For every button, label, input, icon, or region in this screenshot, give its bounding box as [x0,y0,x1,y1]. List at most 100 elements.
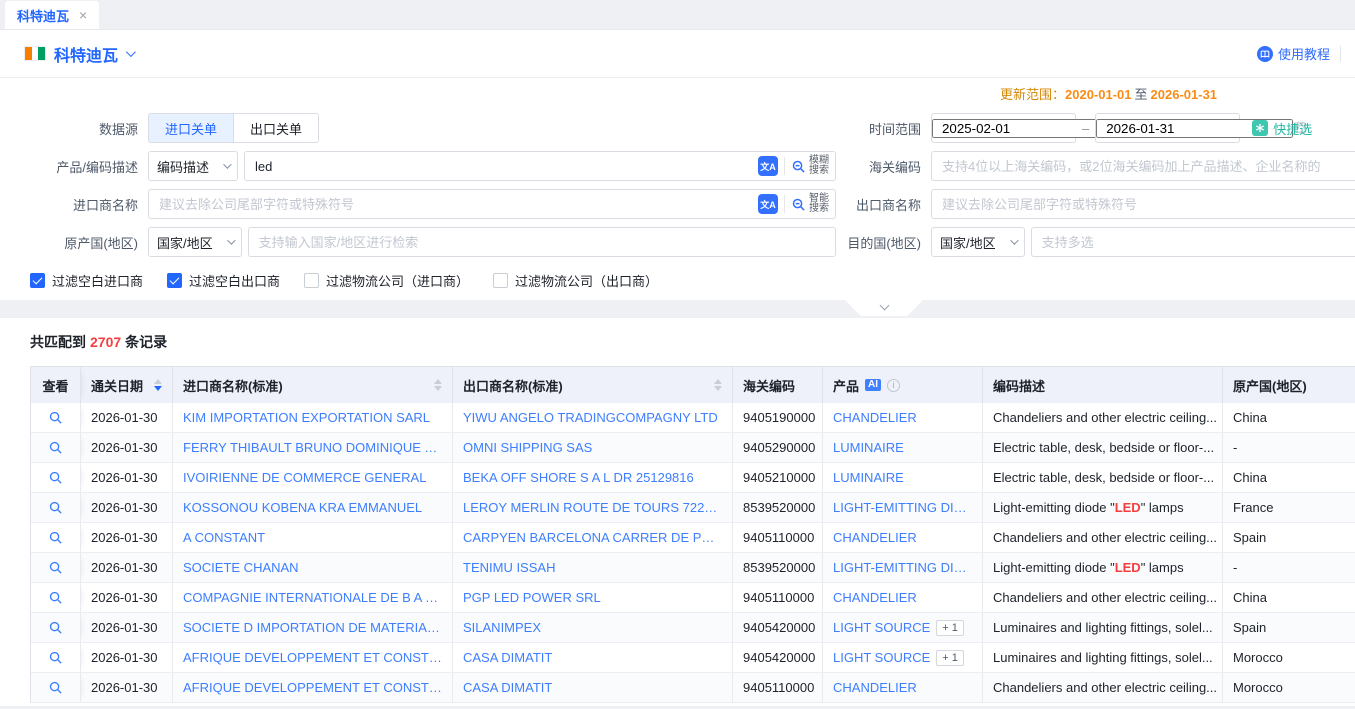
filter-checkbox[interactable]: 过滤空白进口商 [30,271,143,290]
cell-origin-country: China [1223,583,1355,612]
view-record-button[interactable] [48,530,63,545]
cell-origin-country: Morocco [1223,643,1355,672]
view-record-button[interactable] [48,500,63,515]
more-products-badge[interactable]: + 1 [936,620,964,636]
product-search-input[interactable] [245,152,758,180]
checkbox-unchecked-icon[interactable] [493,273,508,288]
match-count: 2707 [86,334,125,350]
export-declarations-button[interactable]: 出口关单 [234,114,318,142]
table-row: 2026-01-30 FERRY THIBAULT BRUNO DOMINIQU… [31,433,1355,463]
sort-icons[interactable] [714,379,722,391]
col-header-exporter[interactable]: 出口商名称(标准) [453,367,733,403]
view-record-button[interactable] [48,470,63,485]
origin-type-select[interactable]: 国家/地区 [148,227,242,257]
product-link[interactable]: LIGHT-EMITTING DIODE [833,500,972,515]
view-record-button[interactable] [48,590,63,605]
importer-link[interactable]: SOCIETE CHANAN [183,560,299,575]
header-divider [1340,46,1341,62]
importer-link[interactable]: FERRY THIBAULT BRUNO DOMINIQUE THO... [183,440,442,455]
smart-search-button[interactable]: 智能搜索 [785,194,835,214]
view-record-button[interactable] [48,440,63,455]
importer-link[interactable]: AFRIQUE DEVELOPPEMENT ET CONSTRUCT... [183,680,442,695]
exporter-link[interactable]: TENIMU ISSAH [463,560,555,575]
chevron-down-icon[interactable] [126,47,136,57]
exporter-link[interactable]: YIWU ANGELO TRADINGCOMPAGNY LTD [463,410,718,425]
product-field-type-select[interactable]: 编码描述 [148,151,238,181]
time-range-label: 时间范围 [836,119,931,138]
cell-hs-code: 9405110000 [733,523,823,552]
table-row: 2026-01-30 A CONSTANT CARPYEN BARCELONA … [31,523,1355,553]
exporter-link[interactable]: BEKA OFF SHORE S A L DR 25129816 [463,470,694,485]
cell-date: 2026-01-30 [81,493,173,522]
checkbox-label: 过滤物流公司（出口商） [515,271,658,290]
more-products-badge[interactable]: + 1 [936,650,964,666]
origin-country-box [248,227,836,257]
importer-link[interactable]: AFRIQUE DEVELOPPEMENT ET CONSTRUCT... [183,650,442,665]
filter-checkbox[interactable]: 过滤空白出口商 [167,271,280,290]
importer-name-input[interactable] [149,190,758,218]
col-header-date[interactable]: 通关日期 [81,367,173,403]
info-icon[interactable]: i [887,379,900,392]
hs-code-input[interactable] [932,152,1355,180]
cell-date: 2026-01-30 [81,403,173,432]
importer-link[interactable]: COMPAGNIE INTERNATIONALE DE B A T E R [183,590,442,605]
importer-link[interactable]: SOCIETE D IMPORTATION DE MATERIAUX E... [183,620,442,635]
product-link[interactable]: CHANDELIER [833,590,917,605]
tab-cote-divoire[interactable]: 科特迪瓦 × [5,1,99,29]
exporter-link[interactable]: OMNI SHIPPING SAS [463,440,592,455]
importer-link[interactable]: A CONSTANT [183,530,265,545]
origin-country-input[interactable] [249,228,823,256]
importer-search-box: 文A 智能搜索 [148,189,836,219]
product-link[interactable]: LUMINAIRE [833,440,904,455]
view-record-button[interactable] [48,680,63,695]
tutorial-link[interactable]: 使用教程 [1257,44,1330,63]
exporter-name-input[interactable] [932,190,1355,218]
exporter-link[interactable]: PGP LED POWER SRL [463,590,601,605]
product-link[interactable]: LIGHT SOURCE [833,620,930,635]
exporter-link[interactable]: CASA DIMATIT [463,650,552,665]
exporter-link[interactable]: CARPYEN BARCELONA CARRER DE PERE IV [463,530,722,545]
product-link[interactable]: LIGHT-EMITTING DIODE [833,560,972,575]
table-row: 2026-01-30 AFRIQUE DEVELOPPEMENT ET CONS… [31,673,1355,703]
product-link[interactable]: LUMINAIRE [833,470,904,485]
quick-select-button[interactable]: 快捷选 [1252,119,1312,138]
filter-checkbox-row: 过滤空白进口商 过滤空白出口商 过滤物流公司（进口商） 过滤物流公司（出口商） [30,271,1355,290]
sort-icons[interactable] [434,379,442,391]
tab-close-icon[interactable]: × [79,8,87,22]
exporter-link[interactable]: CASA DIMATIT [463,680,552,695]
filter-checkbox[interactable]: 过滤物流公司（进口商） [304,271,469,290]
checkbox-unchecked-icon[interactable] [304,273,319,288]
view-record-button[interactable] [48,560,63,575]
destination-country-input[interactable] [1032,228,1355,256]
exporter-link[interactable]: SILANIMPEX [463,620,541,635]
view-record-button[interactable] [48,650,63,665]
sort-icons[interactable] [154,379,162,391]
filter-checkbox[interactable]: 过滤物流公司（出口商） [493,271,658,290]
importer-link[interactable]: KIM IMPORTATION EXPORTATION SARL [183,410,430,425]
product-link[interactable]: LIGHT SOURCE [833,650,930,665]
product-link[interactable]: CHANDELIER [833,680,917,695]
cell-description: Luminaires and lighting fittings, solel.… [983,643,1223,672]
view-record-button[interactable] [48,410,63,425]
checkbox-checked-icon[interactable] [30,273,45,288]
update-range-text: 更新范围：2020-01-01至2026-01-31 [1000,82,1217,105]
translate-icon[interactable]: 文A [758,194,778,214]
view-record-button[interactable] [48,620,63,635]
cote-divoire-flag-icon [24,46,46,61]
start-date-field[interactable] [931,113,1076,143]
product-link[interactable]: CHANDELIER [833,410,917,425]
checkbox-checked-icon[interactable] [167,273,182,288]
translate-icon[interactable]: 文A [758,156,778,176]
importer-link[interactable]: KOSSONOU KOBENA KRA EMMANUEL [183,500,422,515]
importer-link[interactable]: IVOIRIENNE DE COMMERCE GENERAL [183,470,426,485]
product-link[interactable]: CHANDELIER [833,530,917,545]
destination-country-box [1031,227,1355,257]
exporter-link[interactable]: LEROY MERLIN ROUTE DE TOURS 72230 M [463,500,722,515]
country-title[interactable]: 科特迪瓦 [54,42,118,66]
fuzzy-search-button[interactable]: 模糊搜索 [785,156,835,176]
import-declarations-button[interactable]: 进口关单 [149,114,234,142]
col-header-importer[interactable]: 进口商名称(标准) [173,367,453,403]
destination-type-select[interactable]: 国家/地区 [931,227,1025,257]
table-row: 2026-01-30 KIM IMPORTATION EXPORTATION S… [31,403,1355,433]
end-date-field[interactable] [1095,113,1240,143]
